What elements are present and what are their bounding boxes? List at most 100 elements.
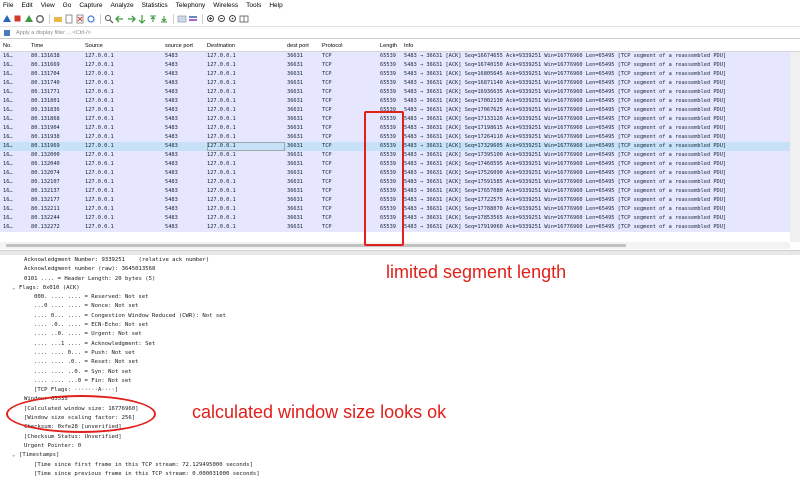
column-header-info[interactable]: Info — [404, 41, 794, 51]
cell-dport: 36631 — [287, 188, 303, 194]
detail-line[interactable]: [Checksum Status: Unverified] — [0, 433, 800, 442]
packet-row[interactable]: 16… 80.131704 127.0.0.1 5483 127.0.0.1 36631 T… — [0, 70, 790, 79]
detail-line[interactable]: .... .... 0... = Push: Not set — [0, 349, 800, 358]
options-gear-icon[interactable] — [35, 14, 45, 24]
close-file-icon[interactable] — [75, 14, 85, 24]
menu-telephony[interactable]: Telephony — [176, 2, 206, 9]
menu-go[interactable]: Go — [63, 2, 72, 9]
forward-icon[interactable] — [126, 14, 136, 24]
menu-analyze[interactable]: Analyze — [110, 2, 133, 9]
column-header-src[interactable]: Source — [85, 41, 163, 51]
menu-view[interactable]: View — [41, 2, 55, 9]
menu-help[interactable]: Help — [269, 2, 282, 9]
first-icon[interactable] — [148, 14, 158, 24]
last-icon[interactable] — [159, 14, 169, 24]
column-header-no[interactable]: No. — [3, 41, 29, 51]
menu-statistics[interactable]: Statistics — [142, 2, 168, 9]
cell-proto: TCP — [322, 53, 332, 59]
detail-line[interactable]: [Time since previous frame in this TCP s… — [0, 470, 800, 479]
resize-columns-icon[interactable] — [239, 14, 249, 24]
cell-time: 80.132137 — [31, 188, 60, 194]
cell-dst: 127.0.0.1 — [207, 179, 236, 185]
column-header-dst[interactable]: Destination — [207, 41, 285, 51]
cell-dst: 127.0.0.1 — [207, 62, 236, 68]
cell-src: 127.0.0.1 — [85, 80, 114, 86]
find-icon[interactable] — [104, 14, 114, 24]
colorize-icon[interactable] — [188, 14, 198, 24]
detail-line[interactable]: 000. .... .... = Reserved: Not set — [0, 293, 800, 302]
cell-info: 5483 → 36631 [ACK] Seq=17591585 Ack=9339… — [404, 179, 727, 185]
column-header-proto[interactable]: Protocol — [322, 41, 378, 51]
stop-icon[interactable] — [13, 14, 23, 24]
column-header-len[interactable]: Length — [380, 41, 404, 51]
autoscroll-icon[interactable] — [177, 14, 187, 24]
cell-src: 127.0.0.1 — [85, 224, 114, 230]
detail-line[interactable]: .... 0... .... = Congestion Window Reduc… — [0, 312, 800, 321]
cell-dst: 127.0.0.1 — [207, 206, 236, 212]
open-folder-icon[interactable] — [53, 14, 63, 24]
toolbar-separator — [100, 13, 101, 24]
detail-line[interactable]: .... ..0. .... = Urgent: Not set — [0, 330, 800, 339]
cell-dst: 127.0.0.1 — [207, 89, 236, 95]
zoom-reset-icon[interactable] — [228, 14, 238, 24]
cell-proto: TCP — [322, 80, 332, 86]
menu-wireless[interactable]: Wireless — [213, 2, 238, 9]
cell-info: 5483 → 36631 [ACK] Seq=17460595 Ack=9339… — [404, 161, 727, 167]
cell-info: 5483 → 36631 [ACK] Seq=17264110 Ack=9339… — [404, 134, 727, 140]
cell-sport: 5483 — [165, 197, 178, 203]
menu-file[interactable]: File — [3, 2, 13, 9]
detail-line[interactable]: [TCP Flags: ·······A····] — [0, 386, 800, 395]
detail-line[interactable]: .... ...1 .... = Acknowledgment: Set — [0, 340, 800, 349]
shark-fin-icon[interactable] — [2, 14, 12, 24]
display-filter-input[interactable]: Apply a display filter ... <Ctrl-/> — [13, 29, 800, 37]
cell-dst: 127.0.0.1 — [207, 215, 236, 221]
packet-row[interactable]: 16… 80.131638 127.0.0.1 5483 127.0.0.1 36631 T… — [0, 52, 790, 61]
detail-line[interactable]: Urgent Pointer: 0 — [0, 442, 800, 451]
menu-edit[interactable]: Edit — [21, 2, 32, 9]
scrollbar-thumb[interactable] — [6, 244, 626, 247]
expand-chevron-icon[interactable]: ⌄ — [12, 451, 19, 460]
column-header-sport[interactable]: source port — [165, 41, 205, 51]
restart-icon[interactable] — [24, 14, 34, 24]
cell-src: 127.0.0.1 — [85, 170, 114, 176]
packet-row[interactable]: 16… 80.131771 127.0.0.1 5483 127.0.0.1 36631 T… — [0, 88, 790, 97]
cell-time: 80.131669 — [31, 62, 60, 68]
cell-dport: 36631 — [287, 206, 303, 212]
packet-list-vertical-scrollbar[interactable] — [790, 52, 800, 242]
back-icon[interactable] — [115, 14, 125, 24]
detail-line[interactable]: .... .... ...0 = Fin: Not set — [0, 377, 800, 386]
cell-sport: 5483 — [165, 125, 178, 131]
menu-tools[interactable]: Tools — [246, 2, 261, 9]
cell-src: 127.0.0.1 — [85, 188, 114, 194]
main-toolbar — [0, 11, 800, 27]
detail-line[interactable]: [Time since first frame in this TCP stre… — [0, 461, 800, 470]
goto-icon[interactable] — [137, 14, 147, 24]
cell-dport: 36631 — [287, 98, 303, 104]
expand-chevron-icon[interactable]: ⌄ — [12, 284, 19, 293]
detail-line[interactable]: .... .... ..0. = Syn: Not set — [0, 368, 800, 377]
packet-row[interactable]: 16… 80.131801 127.0.0.1 5483 127.0.0.1 36631 T… — [0, 97, 790, 106]
zoom-out-icon[interactable] — [217, 14, 227, 24]
column-header-dport[interactable]: dest port — [287, 41, 320, 51]
detail-text: .... ..0. .... = Urgent: Not set — [34, 331, 142, 338]
menu-capture[interactable]: Capture — [79, 2, 102, 9]
column-header-time[interactable]: Time — [31, 41, 83, 51]
packet-row[interactable]: 16… 80.131669 127.0.0.1 5483 127.0.0.1 36631 T… — [0, 61, 790, 70]
reload-icon[interactable] — [86, 14, 96, 24]
cell-info: 5483 → 36631 [ACK] Seq=17919060 Ack=9339… — [404, 224, 727, 230]
cell-time: 80.132074 — [31, 170, 60, 176]
detail-line[interactable]: ⌄ Flags: 0x010 (ACK) — [0, 284, 800, 293]
cell-info: 5483 → 36631 [ACK] Seq=16805645 Ack=9339… — [404, 71, 727, 77]
cell-info: 5483 → 36631 [ACK] Seq=17722575 Ack=9339… — [404, 197, 727, 203]
pane-splitter[interactable] — [0, 250, 800, 255]
detail-line[interactable]: ⌄ [Timestamps] — [0, 451, 800, 460]
cell-time: 80.131801 — [31, 98, 60, 104]
detail-line[interactable]: .... .0.. .... = ECN-Echo: Not set — [0, 321, 800, 330]
file-icon[interactable] — [64, 14, 74, 24]
detail-line[interactable]: ...0 .... .... = Nonce: Not set — [0, 302, 800, 311]
bookmark-filter-icon[interactable] — [2, 28, 12, 38]
detail-line[interactable]: .... .... .0.. = Reset: Not set — [0, 358, 800, 367]
packet-row[interactable]: 16… 80.131740 127.0.0.1 5483 127.0.0.1 36631 T… — [0, 79, 790, 88]
zoom-in-icon[interactable] — [206, 14, 216, 24]
cell-sport: 5483 — [165, 53, 178, 59]
